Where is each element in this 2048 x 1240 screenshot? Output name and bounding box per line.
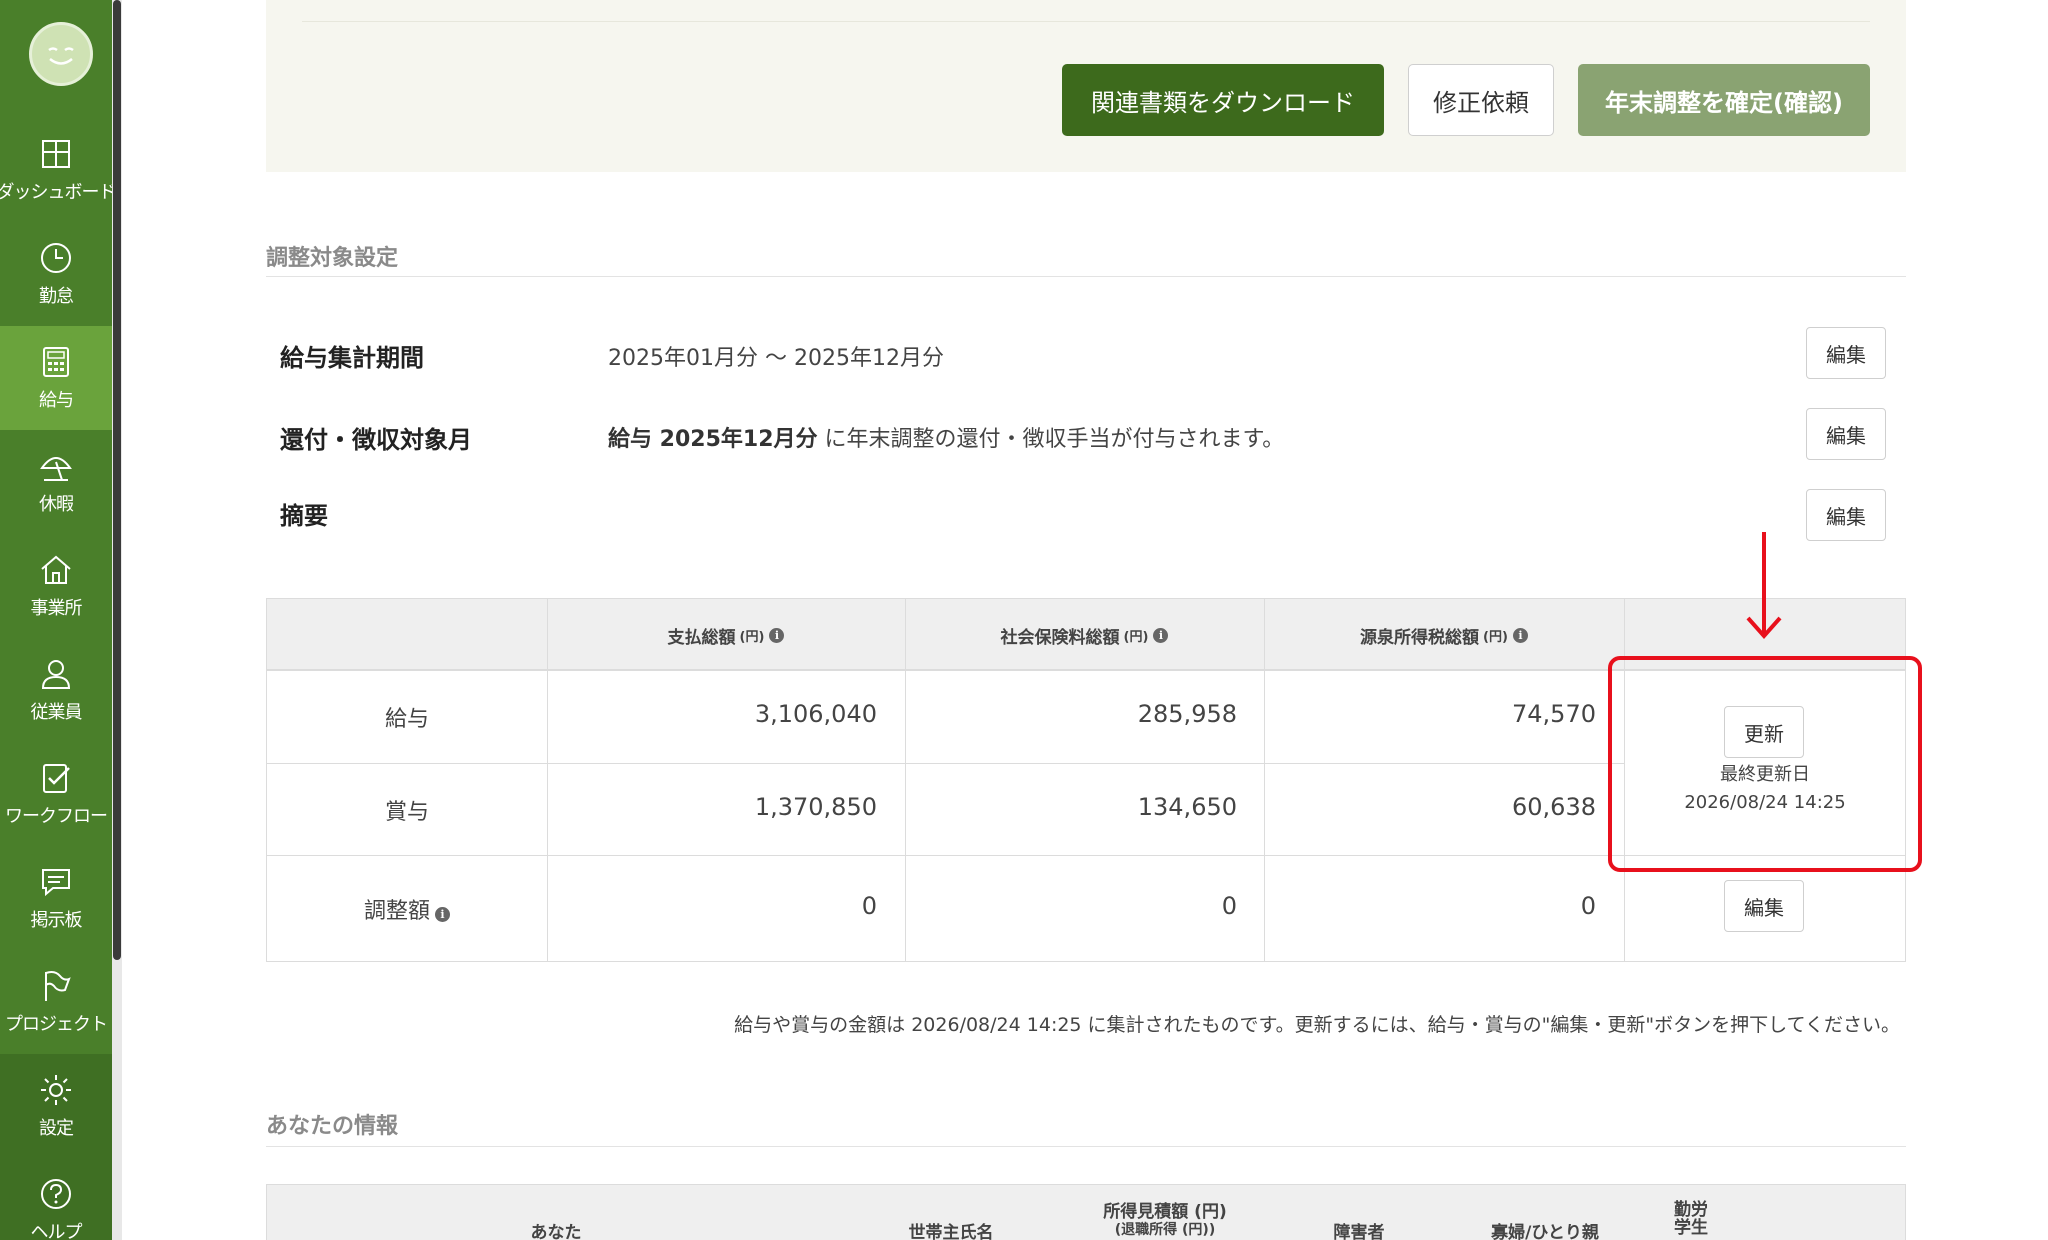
sidebar-item-label: 掲示板 [30, 910, 83, 931]
column-header-sublabel: (退職所得 (円)) [1114, 1222, 1216, 1238]
column-header-estimated-income: 所得見積額 (円) (退職所得 (円)) [1057, 1181, 1273, 1240]
setting-value-period: 2025年01月分 〜 2025年12月分 [608, 346, 944, 371]
scrollbar-thumb[interactable] [113, 0, 121, 960]
target-month-value: 給与 2025年12月分 [608, 427, 818, 452]
column-header-unit: (円) [1483, 629, 1508, 645]
aggregation-note: 給与や賞与の金額は 2026/08/24 14:25 に集計されたものです。更新… [734, 1014, 1900, 1036]
sidebar-item-settings[interactable]: 設定 [0, 1054, 112, 1158]
divider [266, 276, 1906, 277]
sidebar-item-label: 勤怠 [39, 286, 74, 307]
row-label-text: 調整額 [363, 899, 430, 924]
sidebar-item-label: ワークフロー [5, 806, 108, 827]
column-header-unit: (円) [1123, 629, 1149, 645]
sidebar-item-payroll[interactable]: 給与 [0, 326, 112, 430]
sidebar-item-label: プロジェクト [5, 1014, 108, 1035]
column-header-label: 源泉所得税総額 [1360, 627, 1480, 648]
salary-withholding-tax-total: 74,570 [1512, 700, 1596, 728]
bonus-withholding-tax-total: 60,638 [1512, 793, 1596, 821]
setting-value-target-month: 給与 2025年12月分 に年末調整の還付・徴収手当が付与されます。 [608, 421, 1284, 453]
sidebar-scrollbar[interactable] [112, 0, 122, 1240]
sidebar: ダッシュボード 勤怠 給与 休暇 事業所 従業員 ワークフロー 掲示板 プロジェ… [0, 0, 122, 1240]
sidebar-item-leave[interactable]: 休暇 [0, 430, 112, 534]
sidebar-item-dashboard[interactable]: ダッシュボード [0, 118, 117, 222]
adjustment-withholding-tax: 0 [1580, 892, 1596, 920]
checklist-icon [43, 764, 70, 793]
target-month-description: に年末調整の還付・徴収手当が付与されます。 [817, 427, 1285, 452]
edit-adjustment-button[interactable]: 編集 [1724, 880, 1804, 932]
info-icon[interactable]: i [1512, 627, 1528, 643]
column-header-label: 社会保険料総額 [1000, 627, 1120, 648]
edit-summary-button[interactable]: 編集 [1806, 489, 1886, 541]
adjustment-payment: 0 [861, 892, 877, 920]
calculator-icon [43, 347, 69, 377]
sidebar-item-board[interactable]: 掲示板 [0, 846, 112, 950]
info-icon[interactable]: i [1153, 627, 1169, 643]
sidebar-item-workflow[interactable]: ワークフロー [0, 742, 112, 846]
column-header-household-head: 世帯主氏名 [908, 1223, 994, 1240]
column-header-withholding-tax: 源泉所得税総額 (円) i [1264, 599, 1624, 671]
avatar[interactable] [29, 22, 93, 86]
setting-label-target-month: 還付・徴収対象月 [280, 426, 472, 454]
sidebar-item-label: 設定 [39, 1118, 74, 1139]
column-header-unit: (円) [739, 629, 765, 645]
gear-icon [41, 1075, 71, 1105]
edit-target-month-button[interactable]: 編集 [1806, 408, 1886, 460]
salary-social-insurance-total: 285,958 [1137, 700, 1237, 728]
sidebar-item-employees[interactable]: 従業員 [0, 638, 112, 742]
arrow-down-icon [1746, 532, 1782, 640]
column-header-label: 勤労 [1674, 1200, 1708, 1220]
setting-label-summary: 摘要 [280, 502, 328, 530]
chat-icon [42, 869, 70, 897]
edit-period-button[interactable]: 編集 [1806, 327, 1886, 379]
request-fix-button[interactable]: 修正依頼 [1408, 64, 1554, 136]
column-header-widow: 寡婦/ひとり親 [1491, 1223, 1599, 1240]
sidebar-item-label: ヘルプ [30, 1222, 83, 1240]
download-documents-button[interactable]: 関連書類をダウンロード [1062, 64, 1384, 136]
section-title-your-info: あなたの情報 [266, 1114, 399, 1139]
section-title-settings: 調整対象設定 [266, 246, 399, 271]
column-header-label: 支払総額 [667, 627, 736, 648]
sidebar-item-label: 従業員 [30, 702, 83, 723]
column-header-label: 所得見積額 (円) [1103, 1202, 1227, 1222]
column-header-social-insurance: 社会保険料総額 (円) i [905, 599, 1264, 671]
adjustment-social-insurance: 0 [1221, 892, 1237, 920]
sidebar-item-office[interactable]: 事業所 [0, 534, 112, 638]
clock-icon [41, 243, 71, 273]
sidebar-item-label: 休暇 [39, 494, 74, 515]
divider [266, 1146, 1906, 1147]
column-header-label: 学生 [1674, 1218, 1708, 1238]
bonus-payment-total: 1,370,850 [754, 793, 877, 821]
umbrella-icon [40, 457, 72, 481]
column-header-working-student: 勤労 学生 [1645, 1179, 1737, 1240]
help-icon [41, 1179, 71, 1209]
salary-payment-total: 3,106,040 [754, 700, 877, 728]
confirm-adjustment-button[interactable]: 年末調整を確定(確認) [1578, 64, 1870, 136]
divider [302, 21, 1870, 22]
sidebar-item-attendance[interactable]: 勤怠 [0, 222, 112, 326]
column-header-disability: 障害者 [1333, 1223, 1385, 1240]
row-divider [267, 763, 1625, 764]
highlight-box [1608, 656, 1922, 872]
info-icon[interactable]: i [435, 907, 450, 922]
setting-label-period: 給与集計期間 [280, 344, 424, 372]
row-label-salary: 給与 [384, 707, 429, 732]
person-icon [41, 660, 71, 689]
sidebar-item-label: ダッシュボード [0, 182, 117, 203]
sidebar-item-help[interactable]: ヘルプ [0, 1158, 112, 1240]
dashboard-icon [42, 140, 70, 168]
column-header-you: あなた [530, 1223, 582, 1240]
sidebar-item-project[interactable]: プロジェクト [0, 950, 112, 1054]
home-icon [41, 555, 71, 584]
row-label-adjustment: 調整額 i [267, 893, 547, 925]
column-header-payment: 支払総額 (円) i [547, 599, 905, 671]
your-info-table-header: あなた 世帯主氏名 所得見積額 (円) (退職所得 (円)) 障害者 寡婦/ひとり… [266, 1184, 1906, 1240]
action-panel: 関連書類をダウンロード 修正依頼 年末調整を確定(確認) [266, 0, 1906, 172]
flag-icon [45, 971, 71, 1001]
sidebar-item-label: 給与 [39, 390, 74, 411]
smiley-icon [48, 47, 74, 65]
sidebar-item-label: 事業所 [30, 598, 83, 619]
row-label-bonus: 賞与 [384, 800, 429, 825]
bonus-social-insurance-total: 134,650 [1137, 793, 1237, 821]
info-icon[interactable]: i [769, 627, 785, 643]
